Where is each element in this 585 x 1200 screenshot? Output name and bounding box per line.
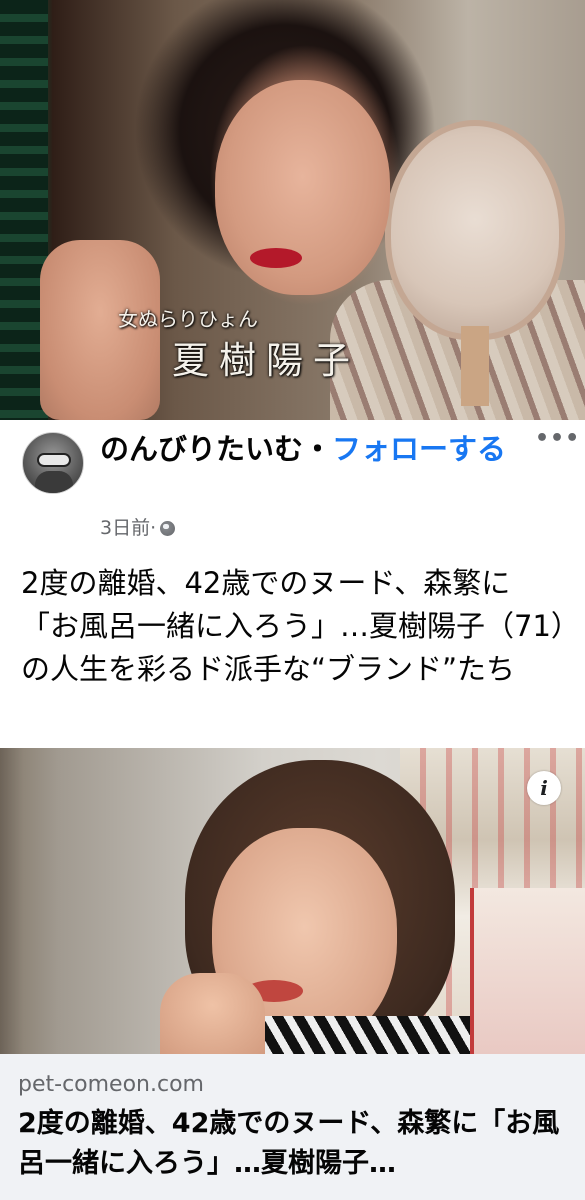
author-name[interactable]: のんびりたいむ xyxy=(100,432,303,466)
author-line: のんびりたいむ・フォローする xyxy=(100,429,530,470)
author-avatar[interactable] xyxy=(22,432,84,494)
hand-mirror xyxy=(385,120,565,406)
more-options-button[interactable]: ••• xyxy=(535,428,579,458)
meta-separator: · xyxy=(150,517,157,539)
info-icon[interactable]: i xyxy=(527,771,561,805)
avatar-figure xyxy=(35,471,73,493)
post-text: 2度の離婚、42歳でのヌード、森繁に「お風呂一緒に入ろう」…夏樹陽子（71）の人… xyxy=(21,566,566,686)
woman-face xyxy=(215,80,390,295)
avatar-goggles xyxy=(37,453,71,467)
link-preview-image[interactable] xyxy=(0,748,585,1054)
image-caption-name: 夏樹陽子 xyxy=(172,339,360,382)
post-meta: 3日前 · xyxy=(100,515,176,541)
follow-button[interactable]: フォローする xyxy=(332,432,506,466)
lips xyxy=(250,248,302,268)
author-separator: ・ xyxy=(303,432,333,466)
post-top-image[interactable]: 女ぬらりひょん 夏樹陽子 xyxy=(0,0,585,420)
post-timestamp[interactable]: 3日前 xyxy=(100,515,150,541)
image-caption-role: 女ぬらりひょん xyxy=(118,307,258,331)
link-domain: pet-comeon.com xyxy=(18,1072,204,1097)
pointing-hand xyxy=(160,973,265,1054)
globe-icon xyxy=(160,520,176,536)
link-title[interactable]: 2度の離婚、42歳でのヌード、森繁に「お風呂一緒に入ろう」…夏樹陽子… xyxy=(18,1104,573,1184)
background-poster-red xyxy=(470,888,585,1054)
